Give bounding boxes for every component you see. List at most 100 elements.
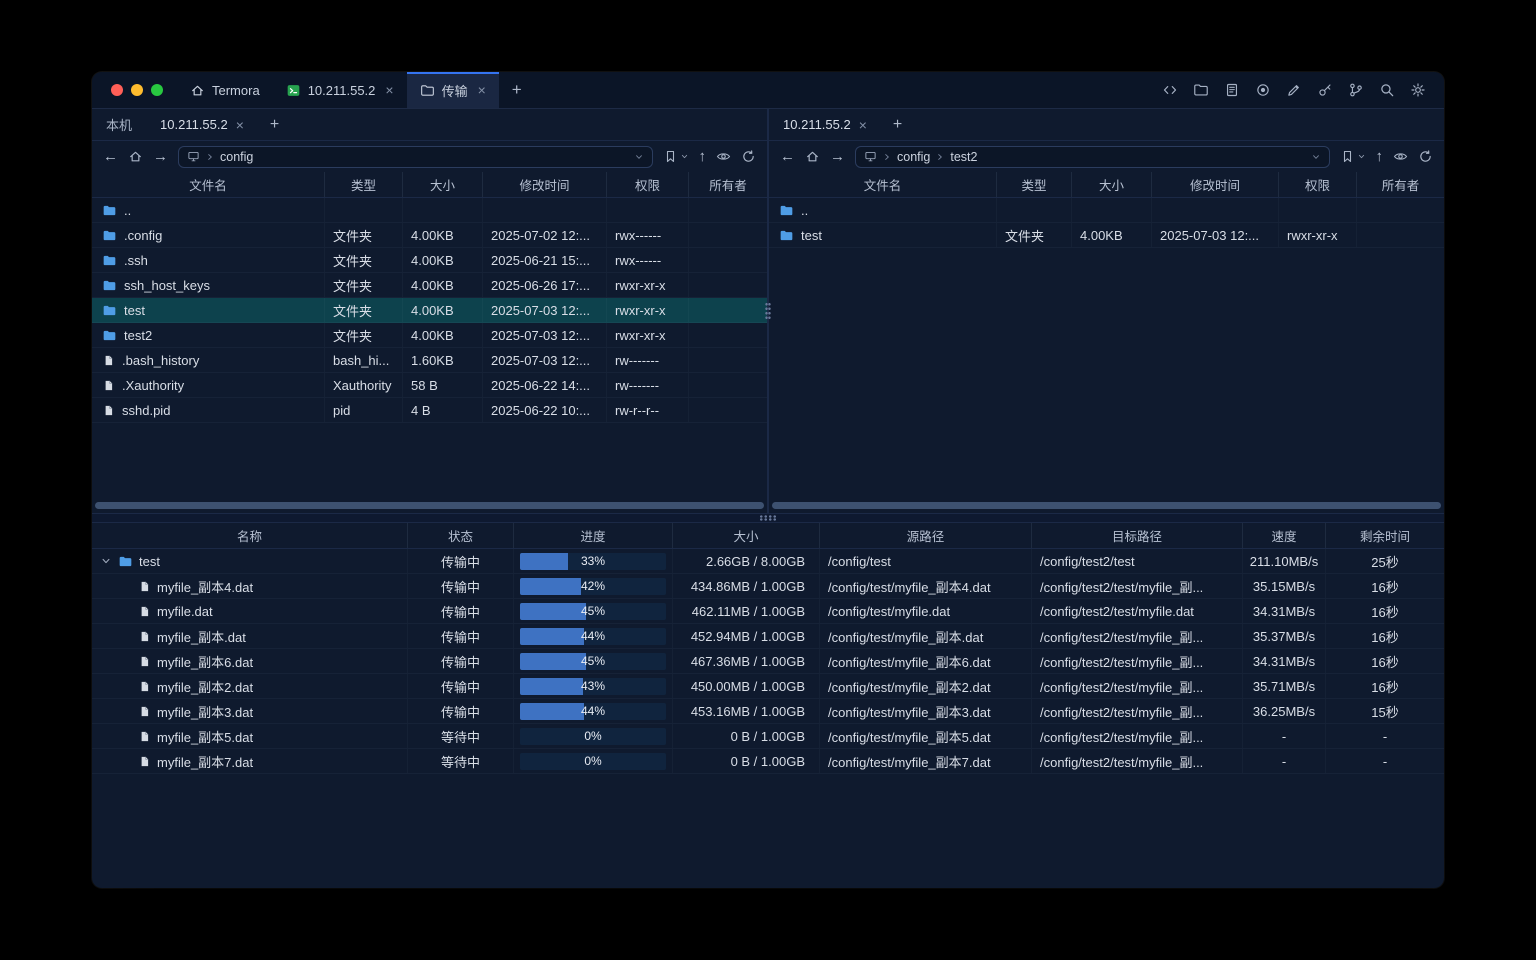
column-header[interactable]: 权限 [1279, 172, 1357, 197]
file-icon [138, 630, 151, 643]
table-row[interactable]: .bash_history bash_hi...1.60KB2025-07-03… [92, 348, 767, 373]
new-tab-button[interactable]: + [499, 72, 535, 108]
table-row-selected[interactable]: test 文件夹4.00KB2025-07-03 12:...rwxr-xr-x [92, 298, 767, 323]
pane-tab-session[interactable]: 10.211.55.2 × [146, 109, 258, 140]
refresh-icon[interactable] [1418, 149, 1433, 164]
new-pane-tab-button[interactable]: + [881, 109, 914, 140]
maximize-window-button[interactable] [151, 84, 163, 96]
settings-icon[interactable] [1410, 82, 1426, 98]
column-header[interactable]: 大小 [673, 523, 820, 548]
column-header[interactable]: 大小 [1072, 172, 1152, 197]
path-input[interactable]: config [178, 146, 653, 168]
forward-icon[interactable]: → [830, 149, 845, 164]
transfer-row[interactable]: myfile_副本3.dat 传输中 44% 453.16MB / 1.00GB… [92, 699, 1444, 724]
tab-session[interactable]: 10.211.55.2 × [273, 72, 407, 108]
column-header[interactable]: 源路径 [820, 523, 1032, 548]
chevron-down-icon [680, 152, 689, 161]
transfer-row[interactable]: myfile.dat 传输中 45% 462.11MB / 1.00GB /co… [92, 599, 1444, 624]
search-icon[interactable] [1379, 82, 1395, 98]
refresh-icon[interactable] [741, 149, 756, 164]
parent-directory-icon[interactable]: ↑ [1376, 149, 1384, 164]
bookmark-dropdown[interactable] [663, 149, 689, 164]
table-row[interactable]: sshd.pid pid4 B2025-06-22 10:...rw-r--r-… [92, 398, 767, 423]
branch-icon[interactable] [1348, 82, 1364, 98]
record-icon[interactable] [1255, 82, 1271, 98]
folder-icon[interactable] [1193, 82, 1209, 98]
column-header[interactable]: 速度 [1243, 523, 1326, 548]
back-icon[interactable]: ← [103, 149, 118, 164]
table-row[interactable]: test 文件夹4.00KB2025-07-03 12:...rwxr-xr-x [769, 223, 1444, 248]
chevron-down-icon[interactable] [1311, 152, 1321, 162]
column-header[interactable]: 类型 [997, 172, 1072, 197]
column-header[interactable]: 文件名 [769, 172, 997, 197]
folder-icon [420, 83, 435, 98]
column-header[interactable]: 所有者 [1357, 172, 1444, 197]
minimize-window-button[interactable] [131, 84, 143, 96]
table-row[interactable]: .ssh 文件夹4.00KB2025-06-21 15:...rwx------ [92, 248, 767, 273]
key-icon[interactable] [1317, 82, 1333, 98]
horizontal-splitter[interactable] [92, 513, 1444, 523]
close-window-button[interactable] [111, 84, 123, 96]
table-row[interactable]: .config 文件夹4.00KB2025-07-02 12:...rwx---… [92, 223, 767, 248]
close-icon[interactable]: × [859, 117, 867, 133]
table-row[interactable]: .. [769, 198, 1444, 223]
column-header[interactable]: 目标路径 [1032, 523, 1243, 548]
transfer-row[interactable]: myfile_副本2.dat 传输中 43% 450.00MB / 1.00GB… [92, 674, 1444, 699]
column-header[interactable]: 剩余时间 [1326, 523, 1444, 548]
column-header[interactable]: 状态 [408, 523, 514, 548]
new-pane-tab-button[interactable]: + [258, 109, 291, 140]
table-row[interactable]: ssh_host_keys 文件夹4.00KB2025-06-26 17:...… [92, 273, 767, 298]
path-segment[interactable]: config [220, 150, 253, 164]
transfer-name: myfile_副本2.dat [157, 677, 253, 696]
parent-directory-icon[interactable]: ↑ [699, 149, 707, 164]
transfer-row[interactable]: test 传输中 33% 2.66GB / 8.00GB /config/tes… [92, 549, 1444, 574]
forward-icon[interactable]: → [153, 149, 168, 164]
log-icon[interactable] [1224, 82, 1240, 98]
column-header[interactable]: 修改时间 [1152, 172, 1279, 197]
close-tab-icon[interactable]: × [385, 83, 393, 97]
file-name: ssh_host_keys [124, 278, 210, 293]
code-icon[interactable] [1162, 82, 1178, 98]
close-icon[interactable]: × [236, 117, 244, 133]
scrollbar-thumb[interactable] [95, 502, 764, 509]
column-header[interactable]: 大小 [403, 172, 483, 197]
back-icon[interactable]: ← [780, 149, 795, 164]
column-header[interactable]: 权限 [607, 172, 689, 197]
column-header[interactable]: 文件名 [92, 172, 325, 197]
home-icon[interactable] [805, 149, 820, 164]
tab-termora[interactable]: Termora [177, 72, 273, 108]
pane-tab-local[interactable]: 本机 [92, 109, 146, 140]
right-pane-toolbar: ← → config test2 ↑ [769, 141, 1444, 172]
scrollbar-thumb[interactable] [772, 502, 1441, 509]
table-row[interactable]: test2 文件夹4.00KB2025-07-03 12:...rwxr-xr-… [92, 323, 767, 348]
home-icon[interactable] [128, 149, 143, 164]
show-hidden-icon[interactable] [716, 149, 731, 164]
bookmark-dropdown[interactable] [1340, 149, 1366, 164]
transfer-row[interactable]: myfile_副本6.dat 传输中 45% 467.36MB / 1.00GB… [92, 649, 1444, 674]
table-row[interactable]: .. [92, 198, 767, 223]
progress-bar: 33% [520, 553, 666, 570]
path-input[interactable]: config test2 [855, 146, 1330, 168]
progress-label: 33% [520, 553, 666, 570]
table-row[interactable]: .Xauthority Xauthority58 B2025-06-22 14:… [92, 373, 767, 398]
transfer-row[interactable]: myfile_副本5.dat 等待中 0% 0 B / 1.00GB /conf… [92, 724, 1444, 749]
column-header[interactable]: 类型 [325, 172, 403, 197]
transfer-row[interactable]: myfile_副本.dat 传输中 44% 452.94MB / 1.00GB … [92, 624, 1444, 649]
expander-chevron-icon[interactable] [100, 555, 112, 567]
tab-transfer[interactable]: 传输 × [407, 72, 499, 108]
transfer-row[interactable]: myfile_副本7.dat 等待中 0% 0 B / 1.00GB /conf… [92, 749, 1444, 774]
show-hidden-icon[interactable] [1393, 149, 1408, 164]
path-segment[interactable]: test2 [950, 150, 977, 164]
chevron-down-icon[interactable] [634, 152, 644, 162]
transfer-row[interactable]: myfile_副本4.dat 传输中 42% 434.86MB / 1.00GB… [92, 574, 1444, 599]
column-header[interactable]: 名称 [92, 523, 408, 548]
column-header[interactable]: 进度 [514, 523, 673, 548]
column-header[interactable]: 所有者 [689, 172, 767, 197]
close-tab-icon[interactable]: × [478, 83, 486, 97]
pane-tab-session[interactable]: 10.211.55.2 × [769, 109, 881, 140]
column-header[interactable]: 修改时间 [483, 172, 607, 197]
splitter-grip[interactable] [759, 515, 777, 521]
folder-icon [102, 278, 117, 293]
edit-icon[interactable] [1286, 82, 1302, 98]
path-segment[interactable]: config [897, 150, 930, 164]
